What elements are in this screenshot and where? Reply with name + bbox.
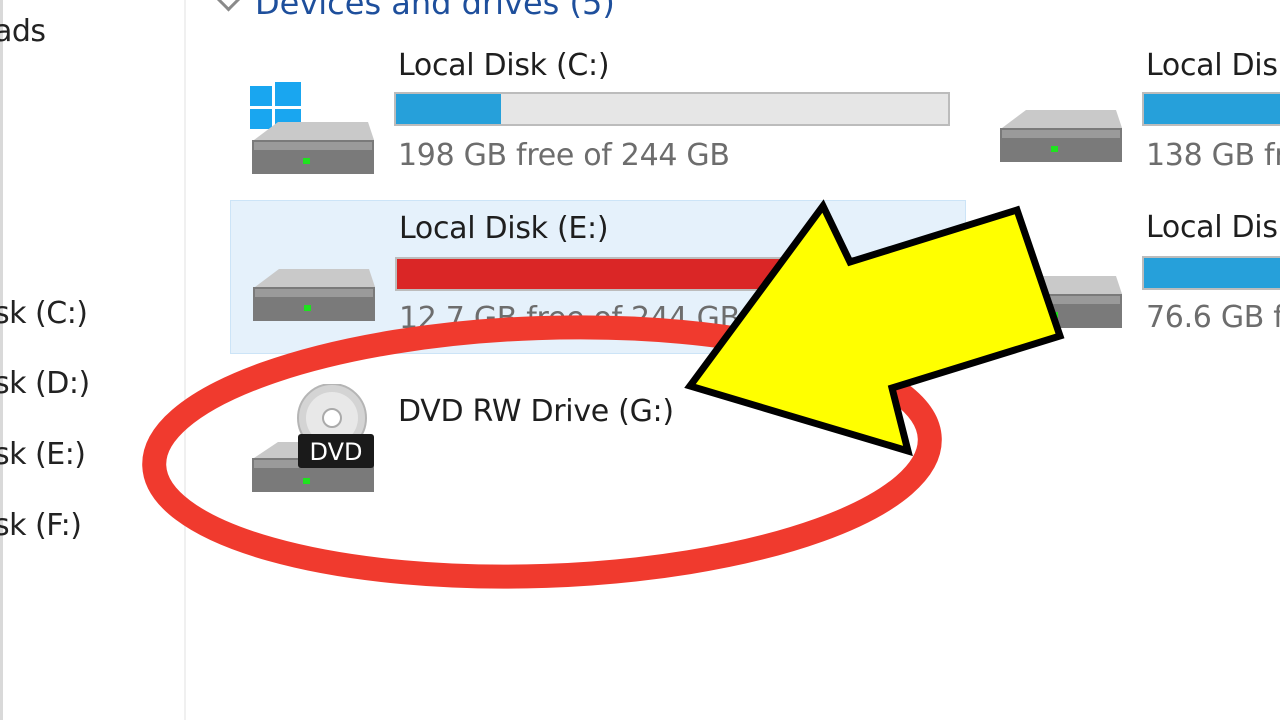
drive-usage-bar (1142, 92, 1280, 126)
nav-item-disk-e[interactable]: sk (E:) (0, 437, 86, 472)
nav-item-disk-f[interactable]: sk (F:) (0, 508, 82, 543)
drive-name: Local Disk (D:) (1146, 48, 1280, 83)
drive-free-space: 76.6 GB free of 244 GB (1146, 300, 1280, 335)
drive-name: Local Disk (E:) (399, 211, 609, 246)
drive-free-space: 198 GB free of 244 GB (398, 138, 730, 173)
drive-tile-d[interactable]: Local Disk (D:) 138 GB free of 244 GB (1140, 38, 1280, 188)
dvd-label: DVD (310, 438, 363, 466)
drive-name: Local Disk (F:) (1146, 210, 1280, 245)
nav-item-disk-c[interactable]: sk (C:) (0, 296, 88, 331)
devices-group-header[interactable]: Devices and drives (5) (216, 0, 615, 22)
drive-free-space: 138 GB free of 244 GB (1146, 138, 1280, 173)
drive-usage-fill (1144, 94, 1280, 124)
windows-drive-icon (250, 82, 374, 174)
drive-usage-fill (396, 94, 501, 124)
nav-item-downloads[interactable]: ads (0, 14, 46, 49)
drive-name: Local Disk (C:) (398, 48, 610, 83)
hard-drive-icon (1000, 110, 1122, 162)
drive-tile-e[interactable]: Local Disk (E:) 12.7 GB free of 244 GB (230, 200, 966, 354)
drive-tile-f[interactable]: Local Disk (F:) 76.6 GB free of 244 GB (1140, 200, 1280, 350)
window-border (0, 0, 3, 720)
nav-item-disk-d[interactable]: sk (D:) (0, 366, 90, 401)
drive-usage-fill (397, 259, 922, 289)
dvd-drive-icon: DVD (252, 384, 374, 492)
drive-usage-bar (1142, 256, 1280, 290)
drive-usage-bar (394, 92, 950, 126)
drive-free-space: 12.7 GB free of 244 GB (399, 301, 740, 336)
drive-tile-c[interactable]: Local Disk (C:) 198 GB free of 244 GB (230, 38, 966, 188)
hard-drive-icon (253, 269, 375, 321)
chevron-down-icon (216, 0, 241, 12)
drive-name: DVD RW Drive (G:) (398, 394, 674, 429)
drive-usage-bar (395, 257, 951, 291)
right-drive-tiles: Local Disk (D:) 138 GB free of 244 GB Lo… (1140, 0, 1280, 720)
devices-header-label: Devices and drives (5) (255, 0, 615, 22)
drive-tile-g[interactable]: DVD DVD RW Drive (G:) (230, 370, 966, 520)
drive-usage-fill (1144, 258, 1280, 288)
navigation-pane: ads sk (C:) sk (D:) sk (E:) sk (F:) (0, 0, 186, 720)
hard-drive-icon (1000, 276, 1122, 328)
